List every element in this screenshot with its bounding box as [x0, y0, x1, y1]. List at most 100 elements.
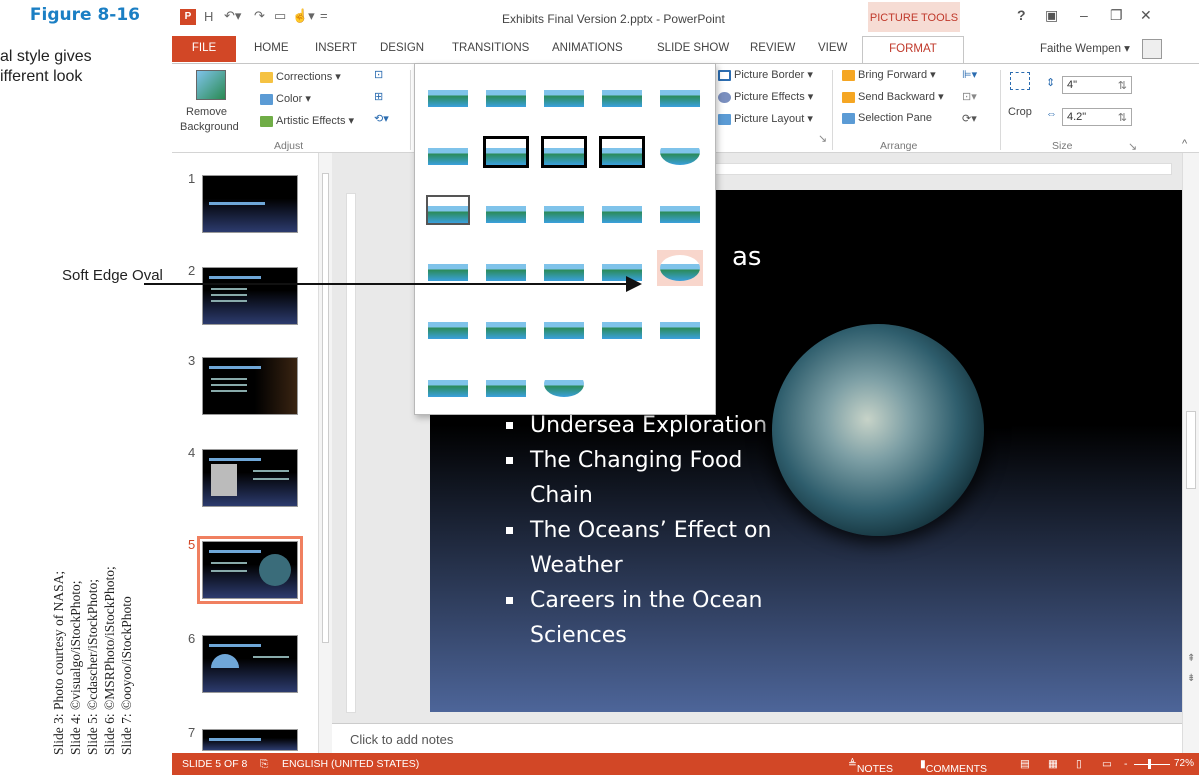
next-slide-icon[interactable]: ⇟ — [1187, 673, 1195, 684]
corrections-button[interactable]: Corrections ▾ — [260, 70, 341, 83]
undo-icon[interactable]: ↶▾ — [224, 8, 241, 24]
notes-pane[interactable]: Click to add notes — [332, 723, 1182, 753]
picture-style-option[interactable] — [425, 192, 471, 228]
help-icon[interactable]: ? — [1017, 7, 1026, 23]
picture-style-option[interactable] — [425, 134, 471, 170]
close-icon[interactable]: ✕ — [1140, 7, 1152, 24]
normal-view-icon[interactable]: ▤ — [1020, 758, 1030, 770]
slide-thumbnail-1[interactable] — [202, 175, 298, 233]
picture-style-option[interactable] — [483, 308, 529, 344]
redo-icon[interactable]: ↷ — [254, 8, 265, 24]
start-slideshow-icon[interactable]: ▭ — [274, 8, 286, 24]
slide-thumbnail-7[interactable] — [202, 729, 298, 751]
tab-view[interactable]: VIEW — [818, 42, 847, 54]
ribbon-display-options-icon[interactable]: ▣ — [1045, 7, 1058, 24]
color-button[interactable]: Color ▾ — [260, 92, 311, 105]
picture-style-option[interactable] — [483, 76, 529, 112]
tab-transitions[interactable]: TRANSITIONS — [452, 42, 529, 54]
picture-style-option[interactable] — [483, 134, 529, 170]
zoom-level[interactable]: 72% — [1174, 758, 1194, 769]
picture-effects-button[interactable]: Picture Effects ▾ — [718, 90, 813, 103]
bring-forward-button[interactable]: Bring Forward ▾ — [842, 68, 936, 81]
user-name[interactable]: Faithe Wempen ▾ — [1040, 41, 1130, 55]
fish-picture-soft-edge-oval[interactable] — [772, 324, 984, 536]
tab-home[interactable]: HOME — [254, 42, 289, 54]
reset-picture-icon[interactable]: ⟲▾ — [374, 112, 389, 125]
height-field[interactable]: 4" ⇅ — [1062, 76, 1132, 94]
spell-check-icon[interactable]: ⎘ — [260, 758, 268, 771]
picture-layout-button[interactable]: Picture Layout ▾ — [718, 112, 813, 125]
picture-style-option[interactable] — [541, 192, 587, 228]
slide-thumbnail-4[interactable] — [202, 449, 298, 507]
crop-button[interactable]: Crop — [1008, 106, 1032, 118]
minimize-icon[interactable]: – — [1080, 7, 1088, 23]
soft-edge-oval-option[interactable] — [657, 250, 703, 286]
picture-border-button[interactable]: Picture Border ▾ — [718, 68, 813, 81]
customize-qat-icon[interactable]: = — [320, 8, 328, 23]
picture-style-option[interactable] — [657, 308, 703, 344]
selection-pane-button[interactable]: Selection Pane — [842, 112, 932, 124]
slide-sorter-icon[interactable]: ▦ — [1048, 758, 1058, 770]
zoom-slider-handle[interactable] — [1148, 759, 1151, 769]
language-indicator[interactable]: ENGLISH (UNITED STATES) — [282, 758, 419, 770]
remove-background-button[interactable]: Remove — [186, 106, 227, 118]
picture-style-option[interactable] — [483, 250, 529, 286]
picture-style-option[interactable] — [483, 366, 529, 402]
height-spinner-icon[interactable]: ⇅ — [1118, 79, 1127, 92]
slide-thumbnail-2[interactable] — [202, 267, 298, 325]
picture-style-option[interactable] — [425, 308, 471, 344]
reading-view-icon[interactable]: ▯ — [1076, 758, 1082, 770]
width-spinner-icon[interactable]: ⇅ — [1118, 111, 1127, 124]
slide-thumbnail-6[interactable] — [202, 635, 298, 693]
editor-scrollbar[interactable]: ⇞ ⇟ — [1182, 153, 1199, 753]
save-icon[interactable]: H — [204, 9, 213, 24]
picture-styles-launcher-icon[interactable]: ↘ — [818, 132, 827, 145]
tab-format[interactable]: FORMAT — [862, 36, 964, 64]
notes-button[interactable]: ≜ NOTES — [848, 758, 893, 775]
scroll-thumb[interactable] — [322, 173, 329, 643]
collapse-ribbon-icon[interactable]: ^ — [1182, 138, 1187, 150]
artistic-effects-button[interactable]: Artistic Effects ▾ — [260, 114, 354, 127]
slide-thumbnail-3[interactable] — [202, 357, 298, 415]
size-launcher-icon[interactable]: ↘ — [1128, 140, 1137, 153]
group-icon[interactable]: ⊡▾ — [962, 90, 977, 103]
scroll-thumb[interactable] — [1186, 411, 1196, 489]
picture-style-option[interactable] — [541, 366, 587, 402]
tab-slide-show[interactable]: SLIDE SHOW — [657, 42, 729, 54]
avatar[interactable] — [1142, 39, 1162, 59]
thumbnails-scrollbar[interactable] — [318, 153, 332, 753]
restore-icon[interactable]: ❐ — [1110, 7, 1123, 24]
touch-mode-icon[interactable]: ☝▾ — [292, 8, 315, 24]
previous-slide-icon[interactable]: ⇞ — [1187, 653, 1195, 664]
tab-animations[interactable]: ANIMATIONS — [552, 42, 623, 54]
picture-style-option[interactable] — [425, 366, 471, 402]
picture-style-option[interactable] — [599, 134, 645, 170]
picture-style-option[interactable] — [599, 192, 645, 228]
send-backward-button[interactable]: Send Backward ▾ — [842, 90, 944, 103]
width-field[interactable]: 4.2" ⇅ — [1062, 108, 1132, 126]
picture-style-option[interactable] — [541, 250, 587, 286]
picture-style-option[interactable] — [657, 192, 703, 228]
tab-review[interactable]: REVIEW — [750, 42, 795, 54]
picture-style-option[interactable] — [541, 308, 587, 344]
comments-button[interactable]: ▮ COMMENTS — [920, 758, 987, 775]
picture-style-option[interactable] — [599, 308, 645, 344]
picture-style-option[interactable] — [657, 134, 703, 170]
picture-style-option[interactable] — [657, 76, 703, 112]
tab-design[interactable]: DESIGN — [380, 42, 424, 54]
compress-pictures-icon[interactable]: ⊡ — [374, 68, 383, 81]
tab-insert[interactable]: INSERT — [315, 42, 357, 54]
slide-bullet-list[interactable]: Undersea Exploration The Changing Food C… — [502, 408, 771, 653]
picture-style-option[interactable] — [541, 134, 587, 170]
picture-style-option[interactable] — [425, 250, 471, 286]
picture-style-option[interactable] — [483, 192, 529, 228]
align-icon[interactable]: ⊫▾ — [962, 68, 977, 81]
change-picture-icon[interactable]: ⊞ — [374, 90, 383, 103]
slideshow-icon[interactable]: ▭ — [1102, 758, 1112, 770]
zoom-out-icon[interactable]: - — [1124, 758, 1128, 770]
picture-style-option[interactable] — [541, 76, 587, 112]
rotate-icon[interactable]: ⟳▾ — [962, 112, 977, 125]
zoom-slider[interactable] — [1134, 764, 1170, 765]
picture-style-option[interactable] — [425, 76, 471, 112]
slide-thumbnail-5[interactable] — [202, 541, 298, 599]
